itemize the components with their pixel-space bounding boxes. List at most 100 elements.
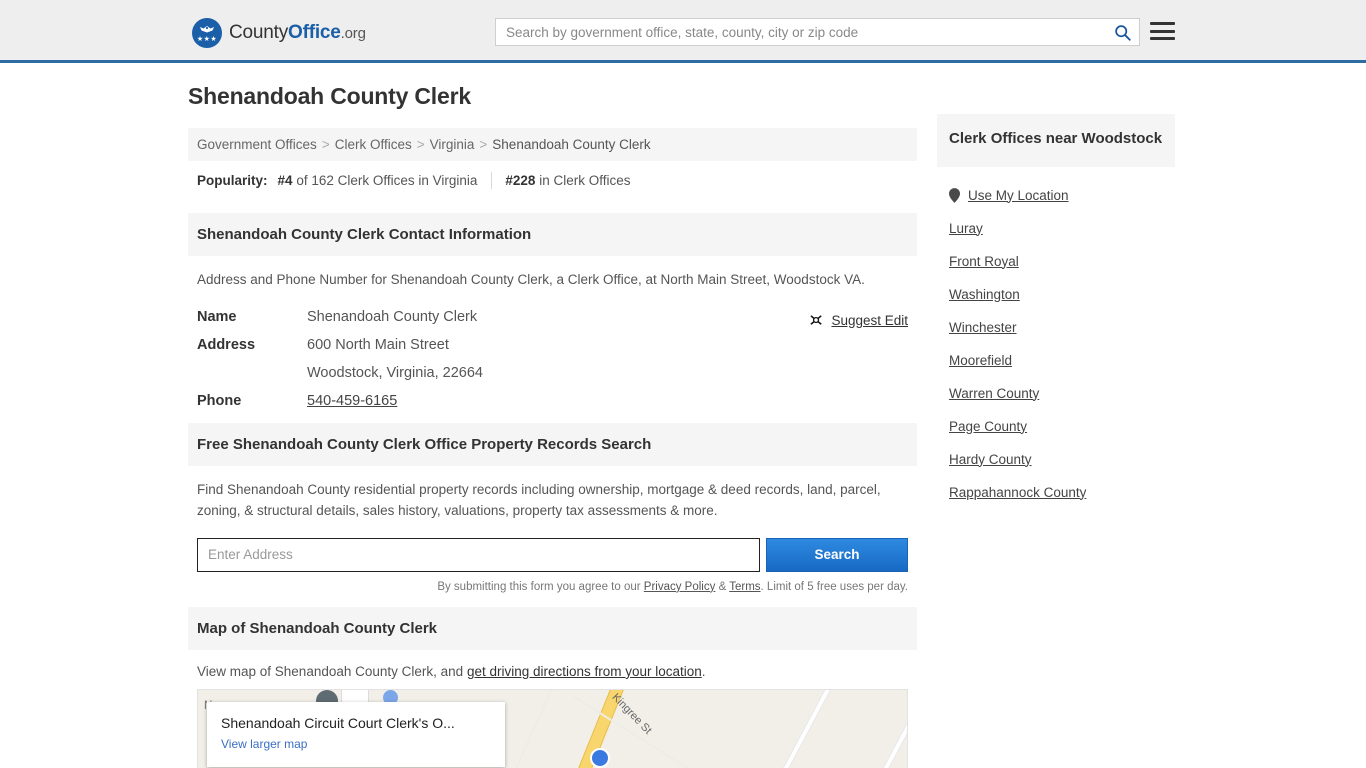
logo-office-text: Office	[288, 22, 341, 43]
map-card-title: Shenandoah Circuit Court Clerk's O...	[221, 714, 455, 731]
search-button[interactable]	[1105, 19, 1139, 45]
contact-value-city: Woodstock, Virginia, 22664	[307, 364, 483, 381]
hamburger-bar	[1150, 29, 1175, 33]
sidebar-item-page-county[interactable]: Page County	[949, 410, 1163, 443]
sidebar-link-label[interactable]: Warren County	[949, 386, 1039, 401]
sidebar-item-warren-county[interactable]: Warren County	[949, 377, 1163, 410]
breadcrumb-item-government-offices[interactable]: Government Offices	[197, 137, 317, 152]
map-pin-icon	[949, 187, 960, 203]
popularity-state-rank: #4 of 162 Clerk Offices in Virginia	[278, 173, 478, 188]
sidebar-item-rappahannock-county[interactable]: Rappahannock County	[949, 476, 1163, 509]
popularity-label: Popularity:	[197, 173, 268, 188]
breadcrumb-item-clerk-offices[interactable]: Clerk Offices	[335, 137, 412, 152]
sidebar-link-label[interactable]: Front Royal	[949, 254, 1019, 269]
suggest-edit-button[interactable]: Suggest Edit	[809, 313, 908, 328]
disclaimer-amp: &	[718, 580, 727, 593]
search-input[interactable]	[496, 19, 1105, 45]
contact-key-phone: Phone	[197, 392, 242, 409]
site-header: ★★★ CountyOffice.org	[0, 0, 1366, 63]
address-input[interactable]	[197, 537, 760, 572]
disclaimer-prefix: By submitting this form you agree to our	[437, 580, 641, 593]
sidebar-links: Use My Location Luray Front Royal Washin…	[937, 167, 1175, 509]
contact-details: Suggest Edit Name Shenandoah County Cler…	[188, 309, 917, 409]
contact-row-name: Name Shenandoah County Clerk	[197, 309, 908, 325]
map-street-label: Kingree St	[609, 691, 654, 737]
popularity-row: Popularity: #4 of 162 Clerk Offices in V…	[188, 161, 917, 199]
page-body: Shenandoah County Clerk Government Offic…	[0, 63, 1366, 768]
map-section-description: View map of Shenandoah County Clerk, and…	[188, 650, 917, 689]
view-larger-map-link[interactable]: View larger map	[221, 737, 307, 751]
logo-county-text: County	[229, 22, 289, 43]
map-embed[interactable]: Kingree St N Shenandoah Circuit Court Cl…	[197, 688, 908, 768]
map-marker-primary[interactable]	[590, 747, 610, 768]
map-road	[846, 689, 907, 768]
terms-link[interactable]: Terms	[729, 581, 760, 593]
popularity-overall-rank: #228 in Clerk Offices	[505, 173, 630, 188]
sidebar-heading: Clerk Offices near Woodstock	[937, 114, 1175, 167]
sidebar-item-winchester[interactable]: Winchester	[949, 311, 1163, 344]
sidebar-link-label[interactable]: Page County	[949, 419, 1027, 434]
contact-section-description: Address and Phone Number for Shenandoah …	[197, 272, 865, 287]
sidebar-link-label[interactable]: Washington	[949, 287, 1020, 302]
contact-key-address: Address	[197, 336, 256, 353]
content-row: Shenandoah County Clerk Government Offic…	[188, 63, 1178, 768]
content-container: Shenandoah County Clerk Government Offic…	[188, 63, 1178, 768]
property-search-form: Search	[188, 528, 917, 572]
sidebar-link-label[interactable]: Winchester	[949, 320, 1017, 335]
eagle-glyph	[200, 26, 214, 33]
driving-directions-link[interactable]: get driving directions from your locatio…	[467, 664, 702, 679]
contact-section-heading: Shenandoah County Clerk Contact Informat…	[188, 213, 917, 256]
hamburger-bar	[1150, 22, 1175, 25]
eagle-seal-icon: ★★★	[192, 18, 222, 48]
popularity-divider	[491, 172, 493, 189]
logo-domain-text: .org	[340, 25, 366, 42]
sidebar-link-label[interactable]: Rappahannock County	[949, 485, 1086, 500]
sidebar-item-luray[interactable]: Luray	[949, 212, 1163, 245]
breadcrumb-separator: >	[416, 137, 425, 152]
hamburger-bar	[1150, 37, 1175, 40]
sidebar-item-hardy-county[interactable]: Hardy County	[949, 443, 1163, 476]
sidebar-item-front-royal[interactable]: Front Royal	[949, 245, 1163, 278]
property-search-button[interactable]: Search	[766, 537, 908, 572]
popularity-state-rank-text: of 162 Clerk Offices in Virginia	[296, 173, 478, 188]
map-info-card: Shenandoah Circuit Court Clerk's O... Vi…	[207, 701, 505, 767]
sidebar-item-use-my-location[interactable]: Use My Location	[949, 179, 1163, 212]
suggest-edit-label: Suggest Edit	[831, 312, 908, 328]
page-title: Shenandoah County Clerk	[188, 83, 471, 109]
global-search[interactable]	[495, 18, 1140, 46]
disclaimer-suffix: . Limit of 5 free uses per day.	[760, 580, 908, 593]
contact-row-address: Address 600 North Main Street	[197, 337, 908, 353]
stars-glyph: ★★★	[196, 36, 218, 43]
sidebar-item-washington[interactable]: Washington	[949, 278, 1163, 311]
edit-pencil-icon	[810, 315, 823, 325]
phone-link[interactable]: 540-459-6165	[307, 393, 397, 409]
search-icon	[1114, 24, 1131, 41]
property-search-disclaimer: By submitting this form you agree to our…	[188, 572, 917, 593]
contact-key-name: Name	[197, 308, 237, 325]
property-search-description: Find Shenandoah County residential prope…	[197, 481, 881, 518]
sidebar-link-label[interactable]: Moorefield	[949, 353, 1012, 368]
sidebar: Clerk Offices near Woodstock Use My Loca…	[937, 83, 1175, 768]
breadcrumb-item-current: Shenandoah County Clerk	[492, 137, 651, 152]
contact-row-phone: Phone 540-459-6165	[197, 393, 908, 409]
logo-wordmark: CountyOffice.org	[229, 22, 366, 44]
map-description-prefix: View map of Shenandoah County Clerk, and	[197, 663, 464, 679]
site-logo[interactable]: ★★★ CountyOffice.org	[192, 18, 366, 48]
sidebar-item-moorefield[interactable]: Moorefield	[949, 344, 1163, 377]
breadcrumb: Government Offices > Clerk Offices > Virgini…	[188, 128, 917, 161]
popularity-overall-rank-text: in Clerk Offices	[539, 173, 631, 188]
map-section-heading: Map of Shenandoah County Clerk	[188, 606, 917, 650]
contact-row-city: Woodstock, Virginia, 22664	[197, 365, 908, 381]
main-column: Shenandoah County Clerk Government Offic…	[188, 83, 917, 768]
breadcrumb-separator: >	[321, 137, 330, 152]
property-search-heading: Free Shenandoah County Clerk Office Prop…	[188, 422, 917, 466]
sidebar-link-label[interactable]: Luray	[949, 221, 983, 236]
popularity-overall-rank-value: #228	[505, 173, 536, 188]
use-my-location-link[interactable]: Use My Location	[968, 188, 1069, 203]
contact-value-street: 600 North Main Street	[307, 336, 449, 353]
breadcrumb-item-virginia[interactable]: Virginia	[430, 137, 475, 152]
privacy-policy-link[interactable]: Privacy Policy	[644, 581, 716, 593]
hamburger-menu-icon[interactable]	[1150, 20, 1175, 42]
popularity-state-rank-value: #4	[277, 173, 293, 188]
sidebar-link-label[interactable]: Hardy County	[949, 452, 1032, 467]
